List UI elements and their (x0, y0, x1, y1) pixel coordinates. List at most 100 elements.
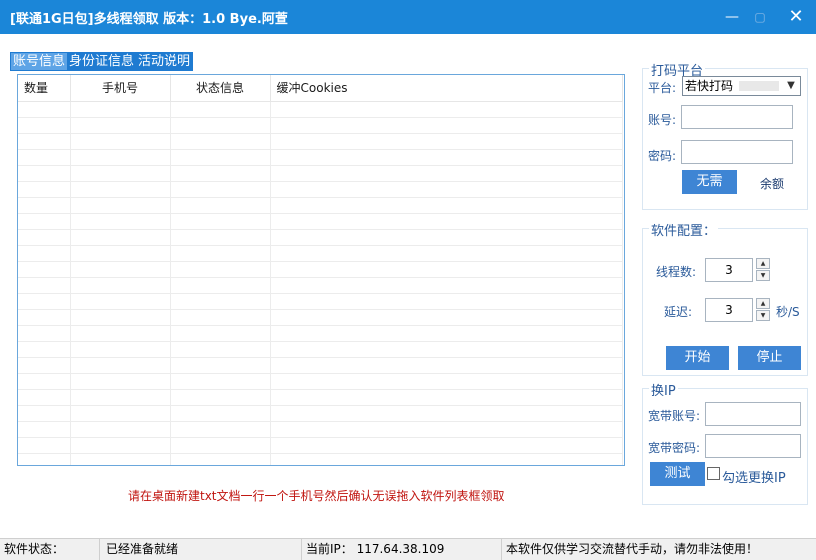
table-cell (170, 325, 271, 342)
captcha-password-input[interactable] (681, 140, 793, 164)
table-row[interactable] (18, 293, 623, 310)
table-cell (170, 309, 271, 326)
table-row[interactable] (18, 453, 623, 465)
account-list[interactable]: 数量 手机号 状态信息 缓冲Cookies (17, 74, 625, 466)
table-row[interactable] (18, 165, 623, 182)
status-bar: 软件状态： 已经准备就绪 当前IP： 117.64.38.109 本软件仅供学习… (0, 538, 816, 560)
threads-label: 线程数: (656, 265, 697, 279)
threads-up-icon[interactable]: ▲ (756, 258, 770, 269)
table-cell (270, 261, 623, 278)
table-cell (18, 149, 71, 166)
table-cell (18, 213, 71, 230)
table-row[interactable] (18, 213, 623, 230)
table-cell (270, 357, 623, 374)
test-button[interactable]: 测试 (650, 462, 705, 486)
table-cell (18, 245, 71, 262)
threads-down-icon[interactable]: ▼ (756, 270, 770, 281)
column-header-count[interactable]: 数量 (18, 75, 71, 102)
instruction-text: 请在桌面新建txt文档一行一个手机号然后确认无误拖入软件列表框领取 (128, 489, 505, 503)
minimize-icon[interactable]: — (720, 6, 744, 28)
table-cell (18, 277, 71, 294)
table-cell (70, 213, 171, 230)
table-row[interactable] (18, 437, 623, 454)
table-cell (70, 165, 171, 182)
table-row[interactable] (18, 261, 623, 278)
tab-account-info[interactable]: 账号信息 (11, 53, 68, 70)
change-ip-checkbox[interactable] (707, 467, 720, 480)
table-cell (70, 149, 171, 166)
table-cell (70, 245, 171, 262)
threads-input[interactable]: 3 (705, 258, 753, 282)
table-row[interactable] (18, 117, 623, 134)
table-cell (270, 165, 623, 182)
table-row[interactable] (18, 133, 623, 150)
table-cell (70, 293, 171, 310)
table-row[interactable] (18, 181, 623, 198)
delay-unit: 秒/S (776, 305, 800, 319)
table-cell (70, 325, 171, 342)
table-cell (170, 357, 271, 374)
table-row[interactable] (18, 229, 623, 246)
config-group-title: 软件配置： (649, 220, 719, 239)
table-cell (70, 341, 171, 358)
table-cell (170, 197, 271, 214)
ip-group-title: 换IP (649, 380, 678, 399)
column-header-phone[interactable]: 手机号 (70, 75, 171, 102)
platform-label: 平台: (648, 81, 677, 95)
table-cell (270, 293, 623, 310)
close-icon[interactable]: ✕ (784, 6, 808, 28)
table-cell (270, 133, 623, 150)
table-cell (70, 405, 171, 422)
broadband-password-input[interactable] (705, 434, 801, 458)
table-row[interactable] (18, 341, 623, 358)
column-header-cookies[interactable]: 缓冲Cookies (270, 75, 623, 102)
table-cell (70, 261, 171, 278)
delay-input[interactable]: 3 (705, 298, 753, 322)
tab-activity-info[interactable]: 活动说明 (136, 53, 192, 70)
table-row[interactable] (18, 101, 623, 118)
table-cell (170, 437, 271, 454)
table-row[interactable] (18, 277, 623, 294)
tab-id-card-info[interactable]: 身份证信息 (67, 53, 136, 70)
delay-down-icon[interactable]: ▼ (756, 310, 770, 321)
table-cell (18, 421, 71, 438)
captcha-account-input[interactable] (681, 105, 793, 129)
status-state-label: 软件状态： (0, 539, 100, 560)
table-row[interactable] (18, 197, 623, 214)
table-row[interactable] (18, 309, 623, 326)
table-cell (270, 325, 623, 342)
broadband-account-input[interactable] (705, 402, 801, 426)
table-cell (170, 133, 271, 150)
balance-button[interactable]: 余额 (760, 175, 784, 192)
table-row[interactable] (18, 421, 623, 438)
table-cell (270, 181, 623, 198)
table-cell (270, 405, 623, 422)
delay-up-icon[interactable]: ▲ (756, 298, 770, 309)
table-row[interactable] (18, 325, 623, 342)
start-button[interactable]: 开始 (666, 346, 729, 370)
platform-select[interactable]: 若快打码 ▼ (682, 76, 801, 96)
table-cell (70, 229, 171, 246)
no-captcha-button[interactable]: 无需 (682, 170, 737, 194)
table-row[interactable] (18, 373, 623, 390)
table-cell (170, 245, 271, 262)
table-row[interactable] (18, 357, 623, 374)
table-cell (170, 261, 271, 278)
table-row[interactable] (18, 149, 623, 166)
table-cell (270, 437, 623, 454)
maximize-icon[interactable]: ▢ (748, 6, 772, 28)
table-cell (170, 421, 271, 438)
table-row[interactable] (18, 405, 623, 422)
table-row[interactable] (18, 389, 623, 406)
table-cell (170, 181, 271, 198)
stop-button[interactable]: 停止 (738, 346, 801, 370)
chevron-down-icon: ▼ (787, 80, 795, 91)
platform-selected-value: 若快打码 (685, 79, 734, 93)
table-row[interactable] (18, 245, 623, 262)
table-cell (270, 421, 623, 438)
change-ip-checkbox-label[interactable]: 勾选更换IP (722, 467, 786, 486)
table-cell (170, 213, 271, 230)
column-header-status[interactable]: 状态信息 (170, 75, 271, 102)
status-notice: 本软件仅供学习交流替代手动，请勿非法使用！ (506, 542, 759, 556)
tab-bar: 账号信息 身份证信息 活动说明 (10, 52, 194, 71)
